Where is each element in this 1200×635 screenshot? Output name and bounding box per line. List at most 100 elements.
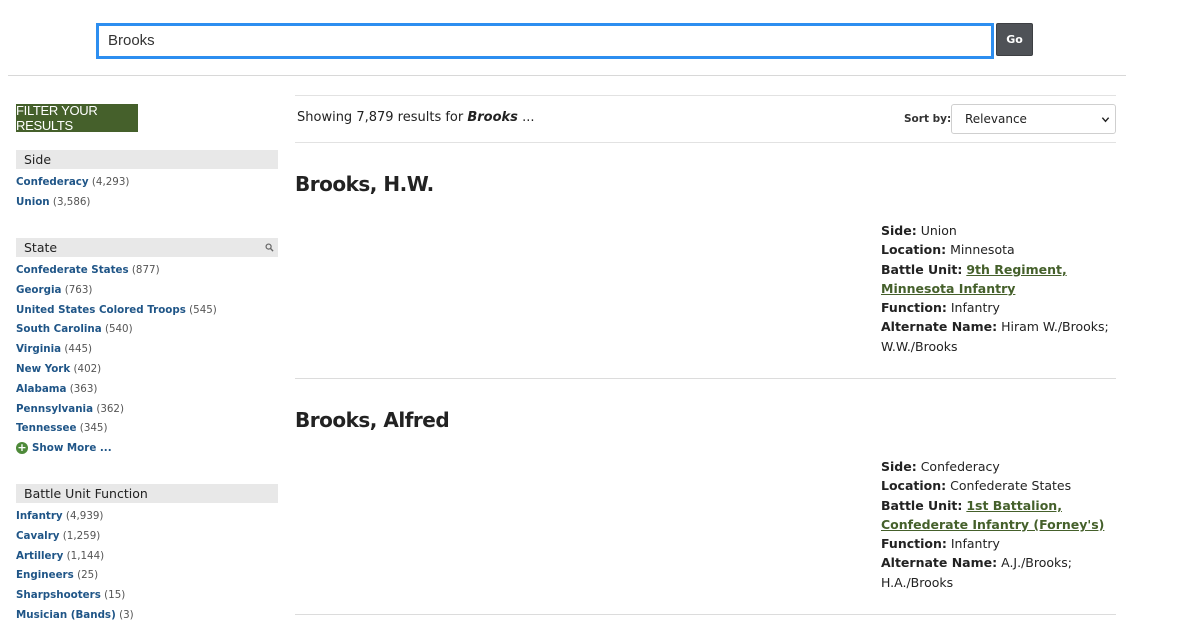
detail-side: Side: Union: [881, 221, 1116, 240]
facet-link[interactable]: Confederate States: [16, 264, 129, 276]
search-input[interactable]: Brooks: [96, 23, 994, 59]
facet-title-state[interactable]: State: [16, 238, 278, 257]
detail-label: Side:: [881, 223, 917, 238]
detail-label: Location:: [881, 242, 947, 258]
facet-count: (3): [119, 608, 134, 621]
chevron-down-icon: [1101, 117, 1110, 123]
header-divider: [8, 75, 1126, 76]
facet-count: (402): [73, 362, 102, 375]
detail-label: Location:: [881, 478, 947, 494]
facet-title-label: Side: [24, 152, 52, 167]
facet-link[interactable]: Engineers: [16, 569, 74, 581]
detail-label: Battle Unit:: [881, 261, 963, 277]
list-item: Cavalry (1,259): [16, 527, 134, 547]
list-item: Artillery (1,144): [16, 547, 134, 567]
facet-count: (545): [189, 303, 217, 316]
facet-link[interactable]: Cavalry: [16, 530, 60, 542]
facet-title-battle-unit-function[interactable]: Battle Unit Function: [16, 484, 278, 503]
results-divider: [295, 142, 1116, 143]
facet-count: (4,939): [65, 510, 104, 522]
detail-label: Alternate Name:: [881, 319, 998, 335]
result-details: Side: Confederacy Location: Confederate …: [881, 457, 1116, 592]
facet-list-side: Confederacy (4,293) Union (3,586): [16, 173, 129, 213]
facet-title-label: State: [24, 240, 58, 255]
list-item: United States Colored Troops (545): [16, 301, 217, 321]
facet-link[interactable]: South Carolina: [16, 323, 102, 335]
show-more-link[interactable]: + Show More ...: [16, 441, 112, 455]
facet-count: (445): [64, 343, 93, 356]
list-item: Tennessee (345): [16, 419, 217, 439]
list-item: Union (3,586): [16, 193, 129, 213]
list-item: Musician (Bands) (3): [16, 606, 134, 626]
facet-link[interactable]: Union: [16, 196, 50, 208]
result-details: Side: Union Location: Minnesota Battle U…: [881, 221, 1116, 356]
facet-link[interactable]: Georgia: [16, 284, 61, 296]
facet-title-label: Battle Unit Function: [24, 486, 148, 501]
detail-alternate-name: Alternate Name: Hiram W./Brooks; W.W./Br…: [881, 317, 1116, 356]
facet-link[interactable]: Musician (Bands): [16, 609, 116, 621]
facet-count: (345): [79, 422, 108, 435]
facet-count: (1,144): [66, 549, 105, 562]
facet-count: (3,586): [52, 195, 91, 208]
sort-select-value: Relevance: [965, 112, 1027, 126]
result-divider: [295, 378, 1116, 379]
detail-value: Infantry: [950, 300, 1000, 316]
result-name[interactable]: Brooks, Alfred: [295, 408, 450, 432]
result-name[interactable]: Brooks, H.W.: [295, 172, 434, 196]
detail-value: Union: [920, 223, 957, 238]
list-item: Sharpshooters (15): [16, 586, 134, 606]
results-summary: Showing 7,879 results for Brooks ...: [297, 110, 534, 125]
detail-side: Side: Confederacy: [881, 457, 1116, 476]
facet-list-state: Confederate States (877) Georgia (763) U…: [16, 261, 217, 439]
show-more-label: Show More ...: [32, 442, 112, 454]
facet-link[interactable]: Tennessee: [16, 422, 77, 434]
list-item: Confederate States (877): [16, 261, 217, 281]
facet-count: (25): [77, 569, 99, 582]
results-summary-prefix: Showing 7,879 results for: [297, 110, 468, 125]
facet-link[interactable]: United States Colored Troops: [16, 304, 186, 316]
facet-list-battle-unit-function: Infantry (4,939) Cavalry (1,259) Artille…: [16, 507, 134, 626]
facet-link[interactable]: Sharpshooters: [16, 589, 101, 601]
results-summary-suffix: ...: [517, 110, 535, 125]
facet-count: (1,259): [62, 529, 101, 542]
list-item: Georgia (763): [16, 281, 217, 301]
facet-link[interactable]: Infantry: [16, 510, 63, 522]
list-item: Confederacy (4,293): [16, 173, 129, 193]
sort-select[interactable]: Relevance: [951, 104, 1116, 134]
detail-alternate-name: Alternate Name: A.J./Brooks; H.A./Brooks: [881, 553, 1116, 592]
facet-count: (877): [131, 264, 160, 276]
search-term: Brooks: [467, 110, 518, 125]
facet-count: (362): [96, 402, 125, 415]
detail-battle-unit: Battle Unit: 1st Battalion, Confederate …: [881, 496, 1116, 535]
facet-count: (15): [104, 589, 126, 602]
facet-link[interactable]: Virginia: [16, 343, 61, 355]
plus-circle-icon: +: [16, 441, 28, 454]
detail-label: Function:: [881, 300, 947, 316]
result-divider: [295, 614, 1116, 615]
facet-link[interactable]: Confederacy: [16, 176, 89, 188]
list-item: New York (402): [16, 360, 217, 380]
list-item: Virginia (445): [16, 340, 217, 360]
sort-label: Sort by:: [904, 113, 952, 125]
detail-value: Confederate States: [950, 478, 1072, 494]
facet-link[interactable]: Pennsylvania: [16, 403, 93, 415]
go-button[interactable]: Go: [996, 23, 1033, 56]
results-divider: [295, 95, 1116, 96]
facet-link[interactable]: New York: [16, 363, 70, 375]
detail-label: Side:: [881, 459, 917, 474]
search-icon[interactable]: [265, 243, 274, 252]
detail-function: Function: Infantry: [881, 298, 1116, 317]
facet-link[interactable]: Artillery: [16, 550, 63, 562]
facet-title-side[interactable]: Side: [16, 150, 278, 169]
detail-label: Battle Unit:: [881, 497, 963, 513]
detail-function: Function: Infantry: [881, 534, 1116, 553]
detail-location: Location: Minnesota: [881, 240, 1116, 259]
facet-count: (4,293): [91, 176, 130, 188]
detail-location: Location: Confederate States: [881, 476, 1116, 495]
detail-battle-unit: Battle Unit: 9th Regiment, Minnesota Inf…: [881, 260, 1116, 299]
facet-link[interactable]: Alabama: [16, 383, 66, 395]
list-item: Pennsylvania (362): [16, 400, 217, 420]
list-item: Alabama (363): [16, 380, 217, 400]
detail-value: Infantry: [950, 536, 1000, 552]
filter-results-header: Filter your results: [16, 103, 138, 133]
